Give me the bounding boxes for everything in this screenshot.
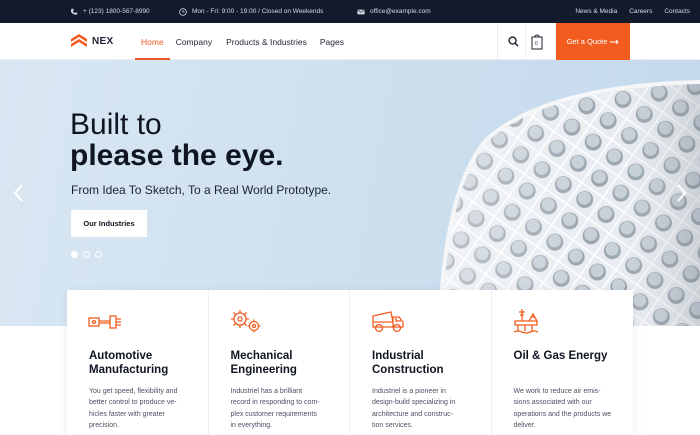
service-description: You get speed, flexibility and better con… bbox=[89, 388, 178, 429]
services-strip: Automotive Manufacturing You get speed, … bbox=[67, 290, 633, 435]
primary-menu: Home Company Products & Industries Pages bbox=[135, 23, 350, 61]
slider-dot-2[interactable] bbox=[83, 251, 90, 258]
service-card-oil-gas[interactable]: Oil & Gas Energy We work to reduce air e… bbox=[492, 290, 634, 435]
top-info-bar: + (123) 1800-567-8990 Mon - Fri: 9:00 - … bbox=[0, 0, 700, 23]
top-links: News & Media Careers Contacts bbox=[575, 0, 690, 23]
our-industries-button[interactable]: Our Industries bbox=[71, 210, 147, 237]
phone-number: + (123) 1800-567-8990 bbox=[83, 8, 150, 15]
quote-label: Get a Quote bbox=[566, 37, 608, 46]
main-navigation: NEX Home Company Products & Industries P… bbox=[0, 23, 700, 61]
cart-count: 0 bbox=[535, 41, 538, 47]
top-link-news[interactable]: News & Media bbox=[575, 8, 617, 15]
hero-title-line-1: Built to bbox=[70, 108, 162, 141]
clock-icon bbox=[179, 7, 187, 16]
menu-item-company[interactable]: Company bbox=[170, 23, 218, 60]
menu-item-products-industries[interactable]: Products & Industries bbox=[218, 23, 315, 60]
mail-icon bbox=[357, 9, 365, 14]
opening-hours: Mon - Fri: 9:00 - 19:00 / Closed on Week… bbox=[192, 8, 324, 15]
search-button[interactable] bbox=[501, 23, 525, 60]
slider-dot-1[interactable] bbox=[71, 251, 78, 258]
gears-icon bbox=[230, 310, 260, 333]
service-title: Mechanical Engineering bbox=[230, 350, 297, 376]
menu-item-home[interactable]: Home bbox=[135, 23, 170, 61]
arrow-right-icon bbox=[610, 39, 620, 44]
top-link-contacts[interactable]: Contacts bbox=[664, 8, 690, 15]
search-icon bbox=[507, 36, 519, 47]
menu-item-pages[interactable]: Pages bbox=[315, 23, 350, 60]
service-title: Industrial Construction bbox=[372, 350, 444, 376]
service-description: Industriel has a brilliant record in resp… bbox=[230, 388, 320, 429]
piston-icon bbox=[88, 315, 121, 329]
service-title: Automotive Manufacturing bbox=[89, 350, 169, 376]
slider-next-arrow-icon[interactable] bbox=[674, 183, 688, 203]
brand-name: NEX bbox=[92, 35, 114, 47]
email-info[interactable]: office@example.com bbox=[357, 0, 431, 23]
logo[interactable]: NEX bbox=[70, 33, 113, 49]
cart-button[interactable]: 0 bbox=[525, 23, 549, 60]
service-description: We work to reduce air emis-sions associa… bbox=[513, 388, 612, 429]
logo-mark-icon bbox=[71, 34, 87, 47]
phone-info[interactable]: + (123) 1800-567-8990 bbox=[70, 0, 150, 23]
service-title: Oil & Gas Energy bbox=[513, 350, 608, 362]
phone-icon bbox=[71, 8, 78, 15]
dump-truck-icon bbox=[372, 311, 404, 333]
slider-dot-3[interactable] bbox=[95, 251, 102, 258]
service-description: Industriel is a pioneer in design-build s… bbox=[372, 388, 456, 429]
get-a-quote-button[interactable]: Get a Quote bbox=[556, 23, 630, 60]
hero-slider: Built to please the eye. From Idea To Sk… bbox=[0, 60, 700, 326]
hero-subtitle: From Idea To Sketch, To a Real World Pro… bbox=[71, 183, 332, 197]
hours-info: Mon - Fri: 9:00 - 19:00 / Closed on Week… bbox=[179, 0, 323, 23]
service-card-automotive[interactable]: Automotive Manufacturing You get speed, … bbox=[67, 290, 209, 435]
slider-prev-arrow-icon[interactable] bbox=[12, 183, 26, 203]
service-card-mechanical[interactable]: Mechanical Engineering Industriel has a … bbox=[209, 290, 350, 435]
top-link-careers[interactable]: Careers bbox=[629, 8, 652, 15]
service-card-industrial[interactable]: Industrial Construction Industriel is a … bbox=[350, 290, 492, 435]
slider-pagination bbox=[71, 251, 102, 258]
oil-rig-icon bbox=[513, 309, 538, 334]
hero-title-line-2: please the eye. bbox=[70, 139, 284, 172]
email-address: office@example.com bbox=[370, 8, 431, 15]
nav-divider bbox=[497, 23, 498, 60]
